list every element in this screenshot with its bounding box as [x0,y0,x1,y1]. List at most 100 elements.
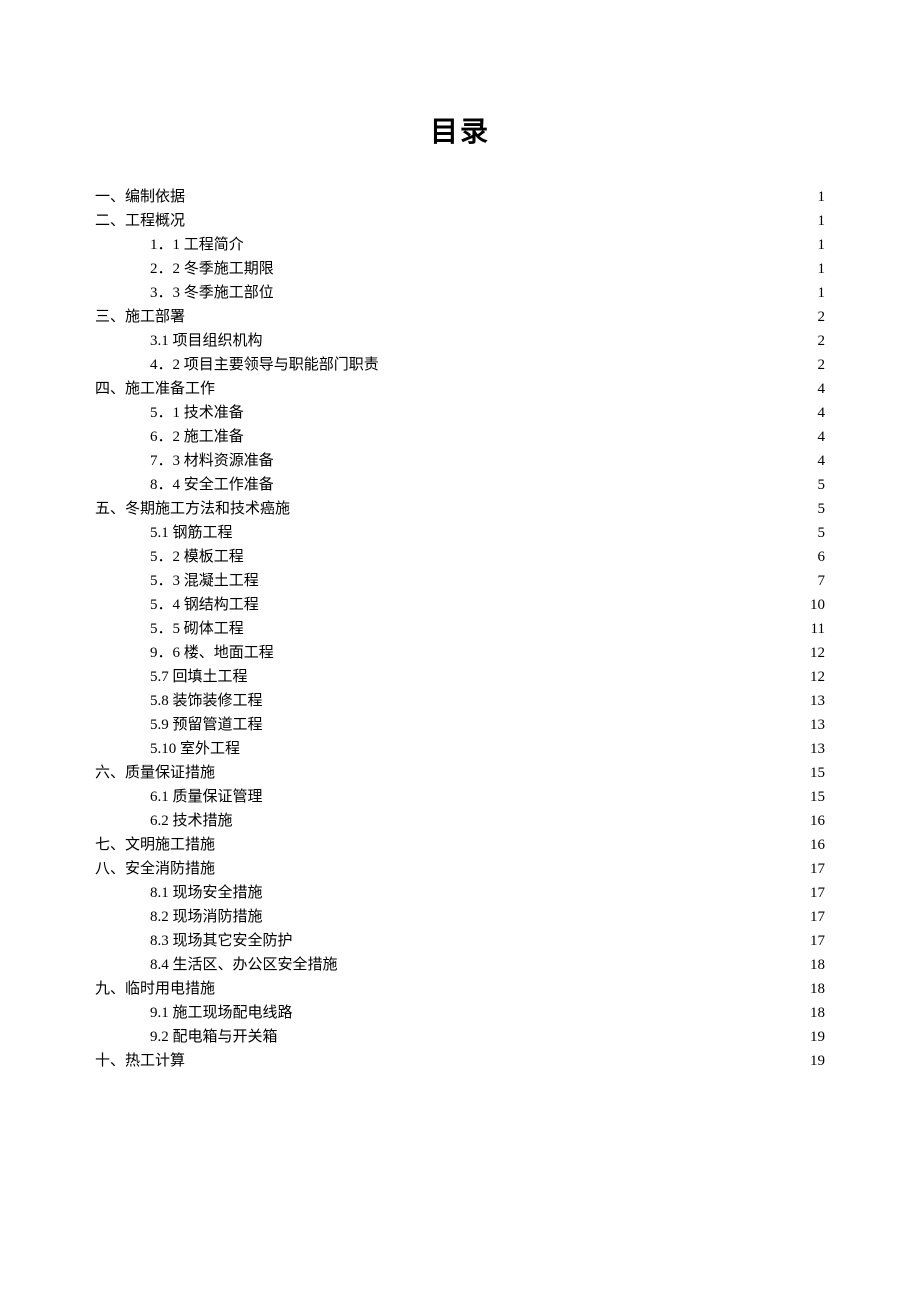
toc-entry: 5．2 模板工程 6 [95,545,825,569]
toc-entry: 三、施工部署 2 [95,305,825,329]
toc-entry: 4．2 项目主要领导与职能部门职责2 [95,353,825,377]
toc-container: 一、编制依据1二、工程概况11．1 工程简介12．2 冬季施工期限13．3 冬季… [95,185,825,1073]
toc-entry-label: 2．2 冬季施工期限 [150,257,274,281]
toc-entry-page: 18 [803,977,825,1001]
toc-entry-page: 2 [803,353,825,377]
toc-entry-page: 17 [803,929,825,953]
toc-entry-page: 19 [803,1025,825,1049]
toc-entry-label: 5.1 钢筋工程 [150,521,233,545]
toc-entry-label: 8.1 现场安全措施 [150,881,263,905]
toc-entry: 二、工程概况 1 [95,209,825,233]
toc-entry: 6.2 技术措施 16 [95,809,825,833]
toc-entry-label: 6.2 技术措施 [150,809,233,833]
toc-entry-page: 13 [803,713,825,737]
toc-entry: 9.2 配电箱与开关箱 19 [95,1025,825,1049]
toc-entry-label: 3.1 项目组织机构 [150,329,263,353]
toc-entry-page: 5 [803,521,825,545]
toc-entry-label: 十、热工计算 [95,1049,185,1073]
toc-entry-label: 7．3 材料资源准备 [150,449,274,473]
toc-entry: 8.2 现场消防措施 17 [95,905,825,929]
toc-entry-label: 9.2 配电箱与开关箱 [150,1025,278,1049]
toc-entry-page: 2 [803,305,825,329]
toc-entry-page: 5 [803,473,825,497]
toc-entry-page: 5 [803,497,825,521]
toc-entry: 8.4 生活区、办公区安全措施 18 [95,953,825,977]
toc-entry-page: 4 [803,377,825,401]
toc-entry: 8．4 安全工作准备 5 [95,473,825,497]
toc-entry-page: 15 [803,761,825,785]
toc-entry-page: 18 [803,953,825,977]
toc-entry: 七、文明施工措施 16 [95,833,825,857]
toc-entry-page: 11 [803,617,825,641]
toc-entry: 5．1 技术准备4 [95,401,825,425]
toc-entry-page: 13 [803,737,825,761]
toc-entry: 3．3 冬季施工部位 1 [95,281,825,305]
toc-entry: 5．5 砌体工程 11 [95,617,825,641]
toc-entry: 四、施工准备工作 4 [95,377,825,401]
toc-entry-page: 6 [803,545,825,569]
toc-entry-page: 1 [803,281,825,305]
toc-entry-label: 1．1 工程简介 [150,233,244,257]
toc-entry-label: 5．3 混凝土工程 [150,569,259,593]
toc-entry-label: 5.8 装饰装修工程 [150,689,263,713]
toc-entry-label: 9．6 楼、地面工程 [150,641,274,665]
toc-entry-label: 9.1 施工现场配电线路 [150,1001,293,1025]
toc-entry-label: 四、施工准备工作 [95,377,215,401]
toc-entry-label: 8.3 现场其它安全防护 [150,929,293,953]
toc-entry: 八、安全消防措施 17 [95,857,825,881]
toc-entry-page: 12 [803,641,825,665]
toc-entry-page: 4 [803,425,825,449]
toc-entry-page: 1 [803,185,825,209]
toc-entry-label: 8.2 现场消防措施 [150,905,263,929]
toc-entry: 5.1 钢筋工程 5 [95,521,825,545]
toc-entry-label: 5．4 钢结构工程 [150,593,259,617]
toc-entry-label: 3．3 冬季施工部位 [150,281,274,305]
toc-entry-page: 16 [803,833,825,857]
toc-title: 目录 [95,110,825,150]
toc-entry-label: 5．5 砌体工程 [150,617,244,641]
toc-entry-label: 六、质量保证措施 [95,761,215,785]
toc-entry-label: 8．4 安全工作准备 [150,473,274,497]
toc-entry-label: 5．2 模板工程 [150,545,244,569]
toc-entry: 六、质量保证措施 15 [95,761,825,785]
toc-entry-page: 13 [803,689,825,713]
toc-entry-page: 12 [803,665,825,689]
toc-entry-page: 15 [803,785,825,809]
toc-entry-page: 1 [803,257,825,281]
toc-entry: 3.1 项目组织机构 2 [95,329,825,353]
toc-entry-page: 7 [803,569,825,593]
toc-entry-label: 三、施工部署 [95,305,185,329]
toc-entry-page: 17 [803,857,825,881]
toc-entry: 5．3 混凝土工程 7 [95,569,825,593]
toc-entry: 九、临时用电措施 18 [95,977,825,1001]
toc-entry-label: 8.4 生活区、办公区安全措施 [150,953,338,977]
toc-entry-page: 2 [803,329,825,353]
toc-entry-page: 1 [803,209,825,233]
toc-entry: 5.8 装饰装修工程 13 [95,689,825,713]
toc-entry-label: 八、安全消防措施 [95,857,215,881]
toc-entry-page: 10 [803,593,825,617]
toc-entry-page: 17 [803,905,825,929]
toc-entry: 8.1 现场安全措施17 [95,881,825,905]
toc-entry: 五、冬期施工方法和技术癌施 5 [95,497,825,521]
toc-entry-label: 一、编制依据 [95,185,185,209]
toc-entry: 十、热工计算19 [95,1049,825,1073]
toc-entry: 6.1 质量保证管理 15 [95,785,825,809]
toc-entry: 2．2 冬季施工期限 1 [95,257,825,281]
toc-entry: 9．6 楼、地面工程 12 [95,641,825,665]
toc-entry-label: 5．1 技术准备 [150,401,244,425]
toc-entry-label: 5.7 回填土工程 [150,665,248,689]
toc-entry-label: 五、冬期施工方法和技术癌施 [95,497,290,521]
toc-entry: 5.9 预留管道工程 13 [95,713,825,737]
toc-entry-label: 6.1 质量保证管理 [150,785,263,809]
toc-entry-label: 二、工程概况 [95,209,185,233]
toc-entry-label: 5.9 预留管道工程 [150,713,263,737]
toc-entry-page: 4 [803,449,825,473]
toc-entry-label: 九、临时用电措施 [95,977,215,1001]
toc-entry: 1．1 工程简介1 [95,233,825,257]
toc-entry-label: 七、文明施工措施 [95,833,215,857]
toc-entry-page: 16 [803,809,825,833]
toc-entry: 5．4 钢结构工程 10 [95,593,825,617]
toc-entry-label: 5.10 室外工程 [150,737,240,761]
toc-entry: 7．3 材料资源准备 4 [95,449,825,473]
